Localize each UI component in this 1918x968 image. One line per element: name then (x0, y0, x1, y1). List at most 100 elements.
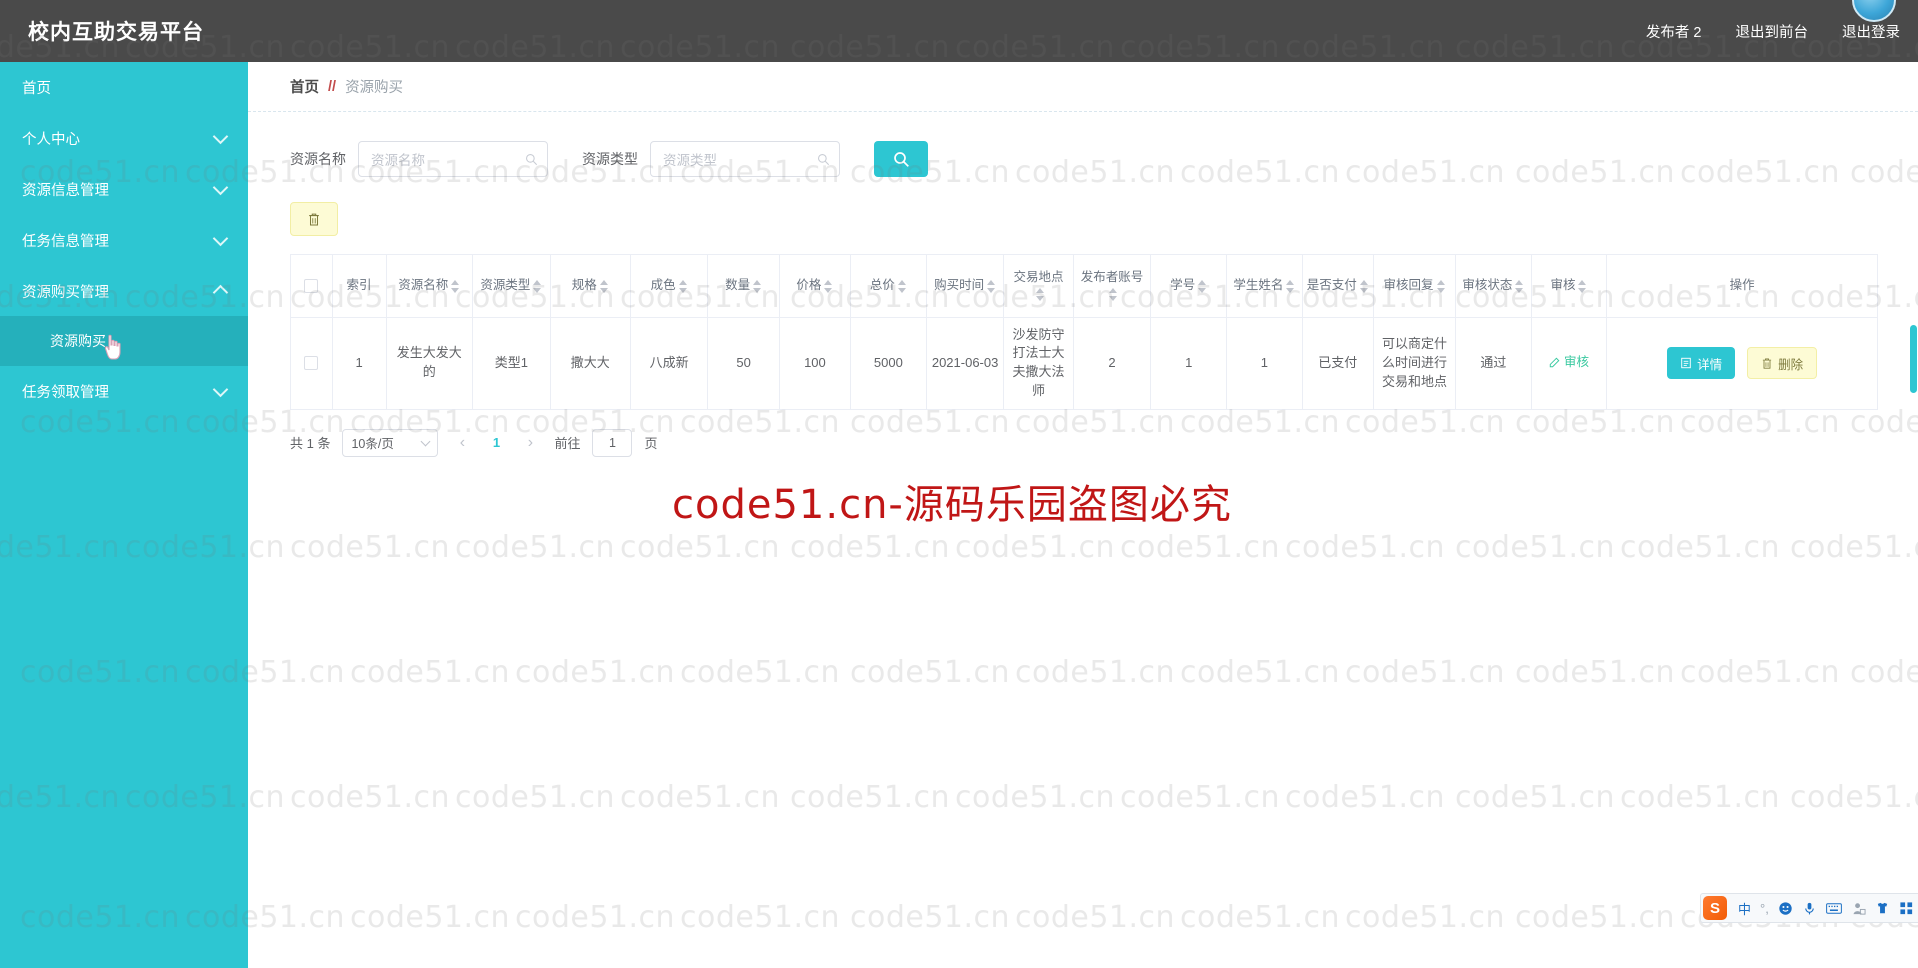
sort-icon[interactable] (1359, 279, 1369, 294)
th-trade-place[interactable]: 交易地点 (1003, 255, 1074, 318)
trash-icon (309, 213, 319, 226)
th-label: 交易地点 (1013, 269, 1064, 284)
detail-button[interactable]: 详情 (1667, 347, 1736, 380)
cell-operation[interactable]: 详情 删除 (1606, 317, 1877, 410)
sidebar-item-label: 资源购买管理 (22, 284, 109, 301)
th-label: 学号 (1170, 278, 1196, 293)
ime-emoji-icon[interactable] (1778, 901, 1793, 916)
row-select-cell[interactable] (291, 317, 333, 410)
sort-icon[interactable] (1436, 279, 1446, 294)
resource-name-label: 资源名称 (290, 151, 346, 167)
th-audit-status[interactable]: 审核状态 (1455, 255, 1532, 318)
batch-delete-button[interactable] (290, 202, 338, 236)
next-page-button[interactable]: › (518, 430, 542, 456)
row-checkbox[interactable] (304, 356, 319, 371)
sort-icon[interactable] (1035, 287, 1045, 302)
chevron-down-icon (421, 436, 431, 447)
resource-name-input[interactable]: 资源名称 (358, 141, 548, 177)
th-quantity[interactable]: 数量 (707, 255, 780, 318)
search-button[interactable] (874, 141, 928, 177)
vertical-scrollbar-thumb[interactable] (1910, 325, 1917, 393)
logout[interactable]: 退出登录 (1842, 21, 1900, 42)
th-select-all[interactable] (291, 255, 333, 318)
page-number-1[interactable]: 1 (486, 435, 506, 450)
th-audit[interactable]: 审核 (1531, 255, 1608, 318)
audit-link-label: 审核 (1563, 354, 1589, 369)
trash-icon (1763, 358, 1772, 369)
select-all-checkbox[interactable] (304, 279, 319, 294)
sort-icon[interactable] (897, 279, 907, 294)
th-student-no[interactable]: 学号 (1150, 255, 1228, 318)
sort-icon[interactable] (824, 279, 833, 294)
sidebar-item-home[interactable]: 首页 (0, 62, 248, 112)
resource-name-placeholder: 资源名称 (371, 153, 425, 168)
th-index: 索引 (332, 255, 387, 318)
th-audit-reply[interactable]: 审核回复 (1373, 255, 1457, 318)
ime-mode-chinese[interactable]: 中 (1738, 899, 1751, 918)
detail-button-label: 详情 (1697, 357, 1723, 372)
sort-icon[interactable] (1515, 279, 1524, 294)
cell-paid: 已支付 (1302, 317, 1374, 410)
sogou-logo-icon[interactable]: S (1703, 896, 1727, 920)
ime-keyboard-icon[interactable] (1825, 902, 1842, 915)
chevron-down-icon (212, 230, 229, 246)
th-total-price[interactable]: 总价 (850, 255, 927, 318)
sort-icon[interactable] (753, 279, 762, 294)
publisher-account[interactable]: 发布者 2 (1646, 21, 1702, 42)
sort-icon[interactable] (987, 279, 996, 294)
sort-icon[interactable] (1198, 279, 1207, 294)
sidebar-item-task-claim-mgmt[interactable]: 任务领取管理 (0, 366, 248, 416)
ime-user-icon[interactable] (1851, 901, 1866, 916)
th-label: 购买时间 (934, 278, 985, 293)
audit-button[interactable]: 审核 (1549, 353, 1589, 371)
th-publisher-account[interactable]: 发布者账号 (1073, 255, 1152, 318)
sidebar-item-resource-purchase-mgmt[interactable]: 资源购买管理 (0, 266, 248, 316)
data-table: 索引 资源名称 资源类型 规格 成色 数量 价格 总价 购买时间 交易地点 发布… (290, 254, 1878, 410)
sort-icon[interactable] (599, 279, 609, 294)
page-size-value: 10条/页 (351, 437, 394, 452)
th-purchase-time[interactable]: 购买时间 (926, 255, 1005, 318)
ime-skin-icon[interactable] (1875, 901, 1890, 916)
jump-page-input[interactable]: 1 (592, 428, 633, 457)
search-form: 资源名称 资源名称 资源类型 资源类型 (248, 112, 1918, 184)
sidebar-item-personal-center[interactable]: 个人中心 (0, 113, 248, 163)
resource-type-input[interactable]: 资源类型 (650, 141, 840, 177)
delete-row-button[interactable]: 删除 (1747, 347, 1818, 380)
jump-label: 前往 (554, 436, 581, 452)
page-size-select[interactable]: 10条/页 (342, 428, 439, 457)
th-student-name[interactable]: 学生姓名 (1226, 255, 1303, 318)
breadcrumb-home[interactable]: 首页 (290, 76, 319, 97)
chevron-down-icon (212, 179, 229, 195)
sort-icon[interactable] (1578, 279, 1587, 294)
th-price[interactable]: 价格 (779, 255, 852, 318)
th-label: 操作 (1729, 278, 1755, 293)
sort-icon[interactable] (1286, 279, 1295, 294)
sort-icon[interactable] (1109, 287, 1118, 302)
th-resource-type[interactable]: 资源类型 (472, 255, 551, 318)
cell-price: 100 (779, 317, 852, 410)
sidebar-subitem-label: 资源购买 (50, 333, 106, 349)
th-label: 总价 (869, 278, 895, 293)
sort-icon[interactable] (533, 279, 542, 294)
prev-page-button[interactable]: ‹ (450, 430, 474, 456)
th-condition[interactable]: 成色 (630, 255, 709, 318)
th-paid[interactable]: 是否支付 (1302, 255, 1374, 318)
cell-quantity: 50 (707, 317, 780, 410)
sidebar-item-task-info[interactable]: 任务信息管理 (0, 215, 248, 265)
pagination-total: 共 1 条 (290, 436, 331, 452)
sidebar-item-resource-purchase[interactable]: 资源购买 (0, 316, 248, 366)
ime-apps-icon[interactable] (1899, 901, 1914, 916)
sort-icon[interactable] (451, 279, 460, 294)
ime-mic-icon[interactable] (1802, 901, 1817, 916)
sidebar-item-resource-info[interactable]: 资源信息管理 (0, 164, 248, 214)
th-spec[interactable]: 规格 (550, 255, 631, 318)
th-label: 审核回复 (1383, 278, 1434, 293)
cell-audit[interactable]: 审核 (1531, 317, 1608, 410)
vertical-scrollbar-track[interactable] (1909, 62, 1918, 968)
ime-toolbar: S 中 °, (1700, 893, 1918, 923)
exit-to-frontend[interactable]: 退出到前台 (1736, 21, 1809, 42)
ime-punctuation-icon[interactable]: °, (1760, 901, 1769, 916)
sort-icon[interactable] (678, 279, 688, 294)
table-row[interactable]: 1 发生大发大的 类型1 撒大大 八成新 50 100 5000 2021-06… (291, 317, 1877, 410)
th-resource-name[interactable]: 资源名称 (386, 255, 473, 318)
